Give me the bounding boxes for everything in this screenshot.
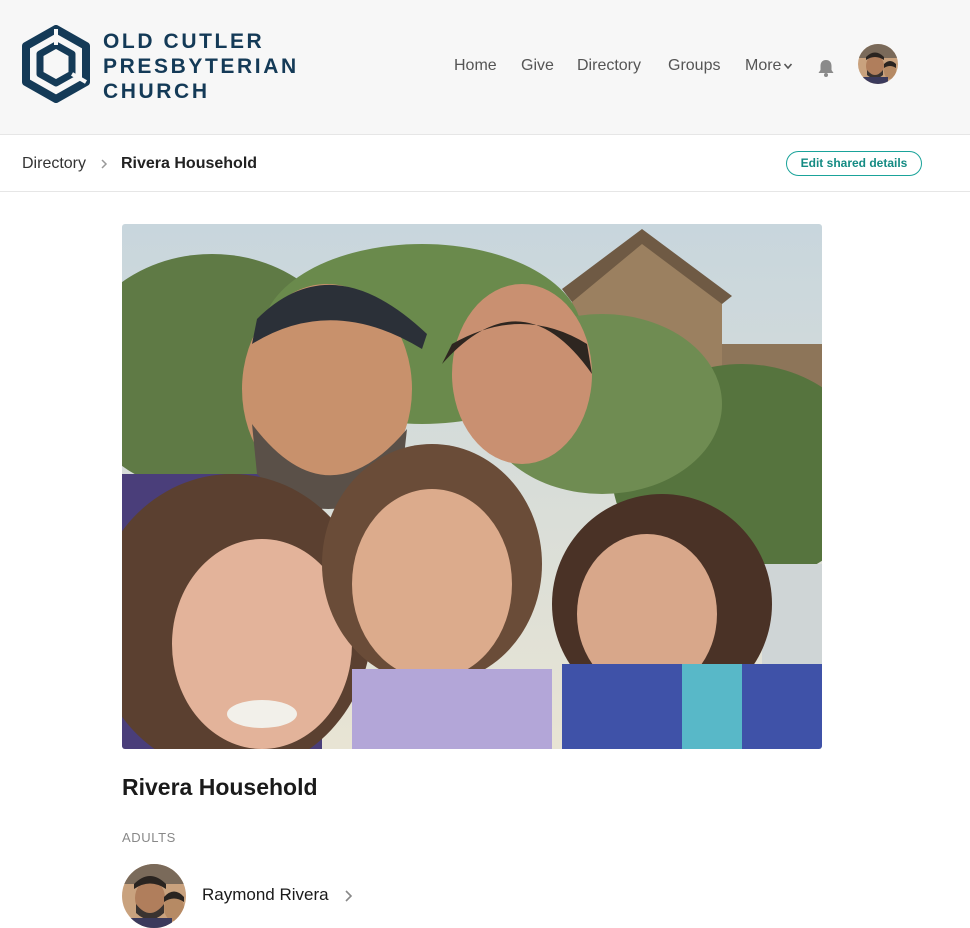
church-name-line-2: PRESBYTERIAN [103, 55, 299, 78]
bell-icon[interactable] [817, 58, 835, 78]
nav-home[interactable]: Home [454, 57, 497, 75]
user-avatar[interactable] [858, 44, 898, 84]
breadcrumb: Directory Rivera Household Edit shared d… [0, 135, 970, 192]
member-avatar-image [122, 864, 186, 928]
church-name[interactable]: OLD CUTLER PRESBYTERIAN CHURCH [103, 29, 299, 104]
breadcrumb-directory[interactable]: Directory [22, 155, 86, 173]
breadcrumb-current: Rivera Household [121, 155, 258, 172]
nav-give[interactable]: Give [521, 57, 554, 75]
nav-groups[interactable]: Groups [668, 57, 720, 75]
household-title: Rivera Household [122, 774, 318, 800]
church-name-line-3: CHURCH [103, 80, 210, 103]
nav-more[interactable]: More [745, 57, 793, 75]
church-name-line-1: OLD CUTLER [103, 30, 265, 53]
household-photo [122, 224, 822, 749]
nav-directory[interactable]: Directory [577, 57, 641, 75]
chevron-down-icon [784, 63, 793, 69]
edit-shared-details-button[interactable]: Edit shared details [786, 151, 922, 176]
site-header: OLD CUTLER PRESBYTERIAN CHURCH Home Give… [0, 0, 970, 135]
chevron-right-icon [345, 890, 353, 902]
member-name: Raymond Rivera [202, 885, 329, 904]
user-avatar-image [858, 44, 898, 84]
church-logo-icon[interactable] [22, 25, 90, 103]
nav-more-label: More [745, 57, 782, 74]
chevron-right-icon [101, 159, 108, 169]
adults-section-label: ADULTS [122, 830, 176, 845]
avatar [122, 864, 186, 928]
member-raymond-rivera[interactable]: Raymond Rivera [122, 862, 382, 928]
family-photo-image [122, 224, 822, 749]
